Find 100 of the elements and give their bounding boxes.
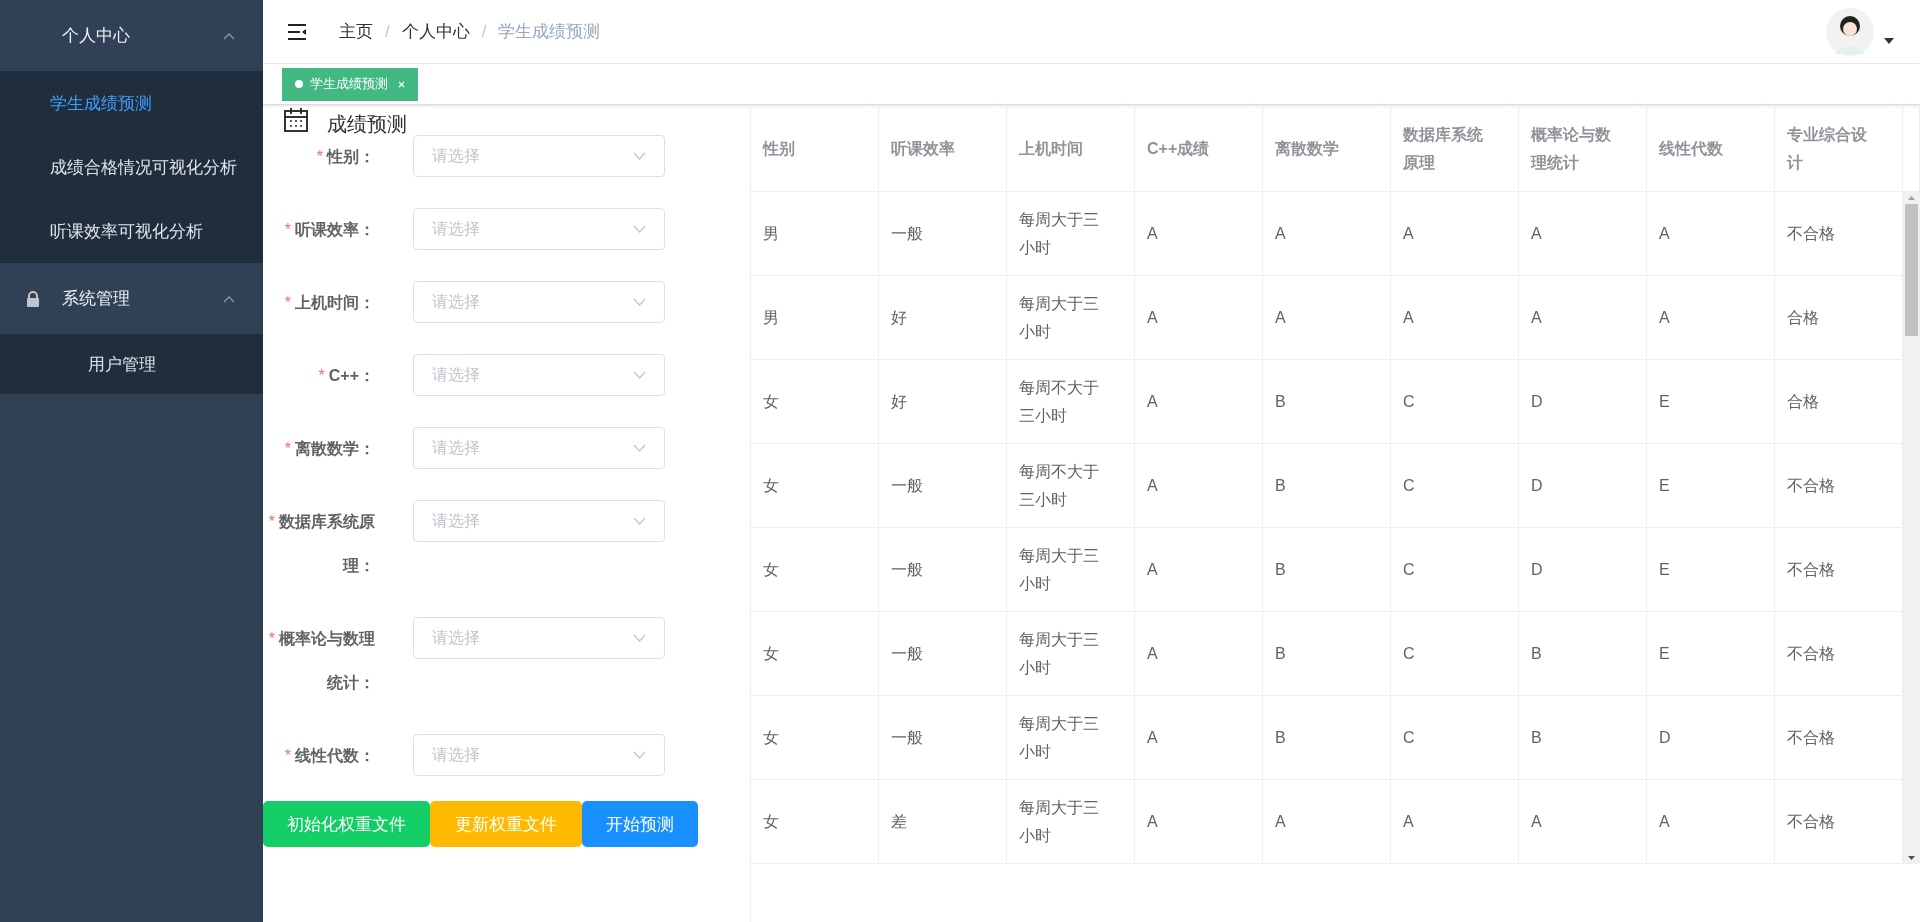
field-label: 离散数学： — [295, 440, 375, 457]
breadcrumb-item[interactable]: 主页 — [339, 20, 373, 43]
table-cell-text: 男 — [763, 223, 779, 244]
table-cell-text: 每周大于三小时 — [1019, 629, 1100, 678]
breadcrumb-separator: / — [385, 21, 390, 42]
action-button[interactable]: 初始化权重文件 — [263, 801, 430, 847]
field-label: 上机时间： — [295, 294, 375, 311]
table-cell-text: A — [1531, 307, 1542, 328]
select-field[interactable]: 请选择 — [413, 281, 665, 323]
table-cell-text: E — [1659, 559, 1670, 580]
table-cell-text: A — [1403, 811, 1414, 832]
table-cell-text: 不合格 — [1787, 475, 1835, 496]
field-label: 数据库系统原理： — [279, 513, 375, 574]
chevron-icon — [633, 517, 646, 525]
table-cell-text: A — [1403, 307, 1414, 328]
page-tab[interactable]: 学生成绩预测 — [282, 67, 418, 101]
menu-icon[interactable] — [287, 22, 307, 41]
form-title: 成绩预测 — [327, 111, 407, 137]
table-cell-text: A — [1147, 391, 1158, 412]
menu-item[interactable]: 用户管理 — [0, 334, 263, 394]
status-dot — [295, 80, 303, 88]
chevron-icon — [223, 295, 235, 303]
chevron-icon — [633, 298, 646, 306]
table-cell-text: A — [1147, 811, 1158, 832]
table-cell-text: A — [1531, 811, 1542, 832]
select-field[interactable]: 请选择 — [413, 617, 665, 659]
table-cell-text: C — [1403, 727, 1415, 748]
menu-item[interactable]: 学生成绩预测 — [0, 71, 263, 135]
chevron-icon — [633, 634, 646, 642]
table-cell-text: A — [1147, 223, 1158, 244]
select-field[interactable]: 请选择 — [413, 500, 665, 542]
chevron-icon — [633, 444, 646, 452]
menu-item[interactable]: 成绩合格情况可视化分析 — [0, 135, 263, 199]
table-cell-text: 不合格 — [1787, 727, 1835, 748]
chevron-icon — [633, 751, 646, 759]
action-button[interactable]: 更新权重文件 — [430, 801, 582, 847]
table-cell-text: C — [1403, 475, 1415, 496]
table-cell-text: 一般 — [891, 559, 923, 580]
required-mark: * — [284, 440, 291, 457]
table-cell-text: A — [1147, 559, 1158, 580]
column-header[interactable]: 专业综合设计 — [1787, 120, 1868, 177]
chevron-icon — [633, 371, 646, 379]
column-header[interactable]: 概率论与数理统计 — [1531, 120, 1612, 177]
table-cell-text: A — [1147, 307, 1158, 328]
table-cell-text: 每周大于三小时 — [1019, 713, 1100, 762]
menu-item[interactable]: 听课效率可视化分析 — [0, 199, 263, 263]
table-cell-text: A — [1147, 643, 1158, 664]
action-button[interactable]: 开始预测 — [582, 801, 698, 847]
table-cell-text: D — [1659, 727, 1671, 748]
select-field[interactable]: 请选择 — [413, 135, 665, 177]
column-header[interactable]: 听课效率 — [891, 134, 955, 163]
scrollbar[interactable] — [1903, 192, 1920, 864]
table-cell-text: E — [1659, 391, 1670, 412]
required-mark: * — [268, 513, 275, 530]
column-header[interactable]: 离散数学 — [1275, 134, 1339, 163]
table-cell-text: 女 — [763, 727, 779, 748]
table-cell-text: E — [1659, 643, 1670, 664]
menu-group-title: 个人中心 — [62, 25, 130, 47]
table-cell-text: D — [1531, 475, 1543, 496]
table-cell-text: 每周不大于三小时 — [1019, 461, 1100, 510]
field-label: C++： — [328, 367, 375, 384]
select-field[interactable]: 请选择 — [413, 734, 665, 776]
table-cell-text: 女 — [763, 475, 779, 496]
table-cell-text: B — [1531, 643, 1542, 664]
select-field[interactable]: 请选择 — [413, 208, 665, 250]
column-header[interactable]: 性别 — [763, 134, 795, 163]
chevron-icon — [633, 152, 646, 160]
required-mark: * — [316, 148, 323, 165]
required-mark: * — [318, 367, 325, 384]
table-cell-text: 一般 — [891, 475, 923, 496]
table-cell-text: D — [1531, 391, 1543, 412]
field-label: 性别： — [327, 148, 375, 165]
table-cell-text: A — [1275, 223, 1286, 244]
table-cell-text: 不合格 — [1787, 223, 1835, 244]
column-header[interactable]: 线性代数 — [1659, 134, 1723, 163]
table-cell-text: 合格 — [1787, 391, 1819, 412]
table-cell-text: 每周大于三小时 — [1019, 209, 1100, 258]
table-cell-text: 每周大于三小时 — [1019, 545, 1100, 594]
required-mark: * — [284, 294, 291, 311]
table-cell-text: A — [1659, 811, 1670, 832]
column-header[interactable]: 数据库系统原理 — [1403, 120, 1484, 177]
breadcrumb-item[interactable]: 个人中心 — [401, 20, 470, 43]
calendar-icon — [283, 107, 309, 133]
column-header[interactable]: C++成绩 — [1147, 134, 1210, 163]
select-field[interactable]: 请选择 — [413, 427, 665, 469]
avatar-icon[interactable] — [1826, 7, 1874, 56]
table-cell-text: A — [1531, 223, 1542, 244]
table-cell-text: 一般 — [891, 727, 923, 748]
caret-icon[interactable] — [1884, 37, 1894, 44]
table-cell-text: 合格 — [1787, 307, 1819, 328]
column-header[interactable]: 上机时间 — [1019, 134, 1083, 163]
select-field[interactable]: 请选择 — [413, 354, 665, 396]
table-cell-text: B — [1531, 727, 1542, 748]
table-cell-text: B — [1275, 643, 1286, 664]
table-cell-text: A — [1275, 811, 1286, 832]
table-cell-text: 一般 — [891, 223, 923, 244]
table-cell-text: E — [1659, 475, 1670, 496]
table-cell-text: A — [1147, 727, 1158, 748]
scrollbar-thumb[interactable] — [1905, 204, 1918, 336]
table-cell-text: A — [1147, 475, 1158, 496]
